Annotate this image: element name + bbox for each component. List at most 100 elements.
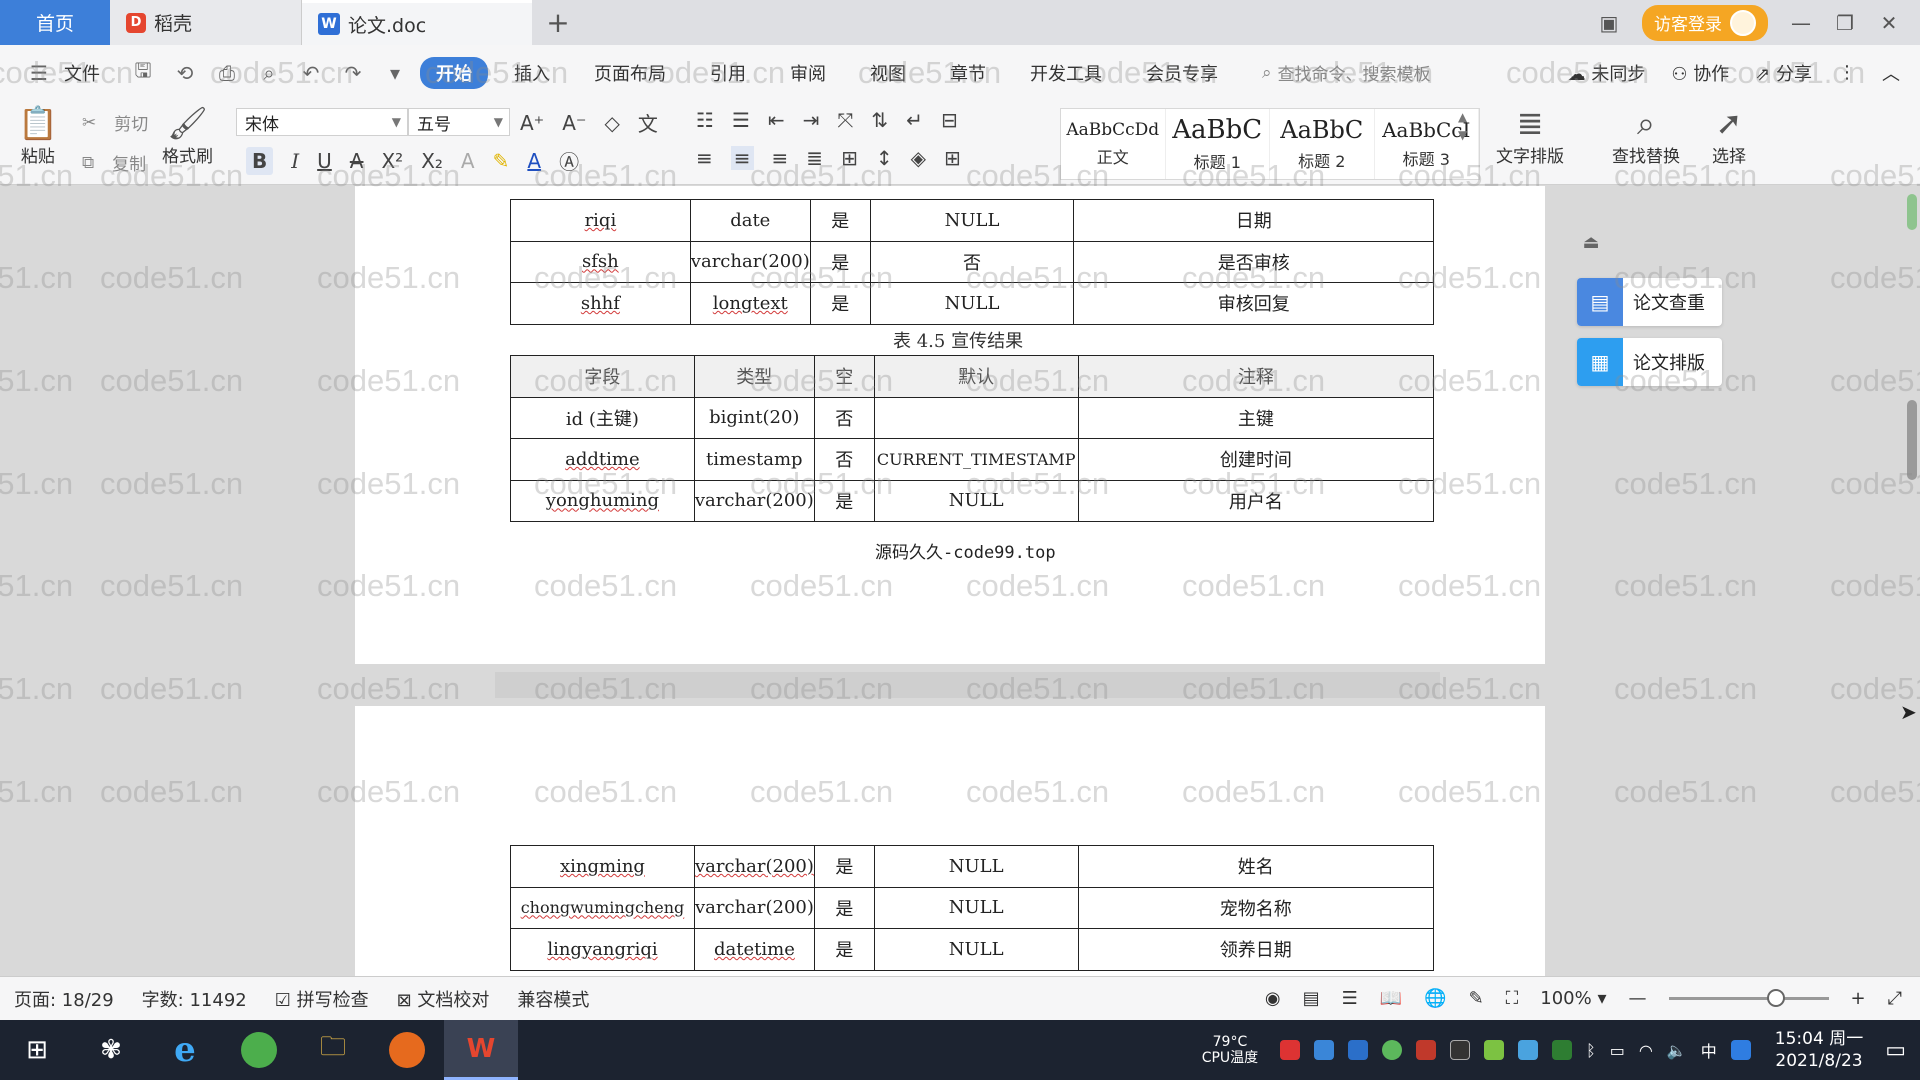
outline-view-icon[interactable]: ☰ [1342,988,1358,1009]
close-icon[interactable]: ✕ [1878,11,1900,35]
tab-home[interactable]: 首页 [0,0,110,45]
clear-format-icon[interactable]: ◇ [605,111,620,135]
collaborate-button[interactable]: ⚇ 协作 [1671,60,1729,86]
table-2[interactable]: 字段 类型 空 默认 注释 id (主键) bigint(20) 否 主键 ad… [510,355,1435,522]
web-view-icon[interactable]: 🌐 [1424,988,1446,1009]
zoom-slider-knob[interactable] [1766,989,1785,1007]
phonetic-guide-icon[interactable]: 文 [638,108,658,137]
bullet-list-icon[interactable]: ☷ [696,108,714,132]
menu-file[interactable]: 文件 [64,60,118,86]
table-cell[interactable]: timestamp [693,438,815,481]
table-cell[interactable]: longtext [689,282,811,325]
format-painter-button[interactable]: 🖌 格式刷 [162,104,213,167]
styles-scroll-up-icon[interactable]: ▲ [1458,110,1467,124]
table-1[interactable]: riqi date 是 NULL 日期 sfsh varchar(200) 是 … [510,199,1434,325]
table-cell[interactable]: 是 [809,282,871,325]
table-cell[interactable]: 用户名 [1077,479,1435,522]
table-cell[interactable]: 是 [809,240,871,283]
zoom-slider[interactable] [1668,989,1829,1007]
underline-icon[interactable]: U [317,149,332,173]
redo-icon[interactable]: ↷ [336,61,370,85]
highlight-icon[interactable]: ✎ [493,149,510,173]
table-cell[interactable]: datetime [693,928,815,971]
paste-button[interactable]: 📋 粘贴 [18,104,58,167]
table-cell[interactable]: varchar(200) [689,240,811,283]
char-border-icon[interactable]: Ⓐ [559,146,579,175]
print-preview-icon[interactable]: ⌕ [252,61,286,85]
chinese-layout-icon[interactable]: ⤧ [837,108,853,132]
table-cell[interactable]: 是 [813,928,875,971]
doc-proof-button[interactable]: ⊠ 文档校对 [397,986,490,1012]
table-cell[interactable]: 是 [813,845,875,888]
table-cell[interactable]: sfsh [510,240,691,283]
taskbar-app-game[interactable] [370,1020,444,1080]
table-cell[interactable]: CURRENT_TIMESTAMP [873,438,1079,481]
volume-icon[interactable]: 🔈 [1667,1041,1687,1060]
table-cell[interactable]: 日期 [1073,199,1434,242]
table-cell[interactable]: riqi [510,199,691,242]
font-size-select[interactable]: 五号 ▼ [408,108,510,136]
tab-document[interactable]: W 论文.doc [302,0,532,45]
eye-protection-icon[interactable]: ◉ [1265,988,1281,1009]
word-count[interactable]: 字数: 11492 [142,986,247,1012]
table-header-cell[interactable]: 空 [813,355,875,398]
restore-icon[interactable]: ❐ [1834,11,1856,35]
bluetooth-icon[interactable]: ᛒ [1586,1041,1596,1060]
nvidia-icon[interactable] [1552,1040,1573,1060]
taskbar-app-explorer[interactable]: 🗀 [296,1020,370,1080]
table-cell[interactable]: 审核回复 [1073,282,1434,325]
shield-icon[interactable] [1348,1040,1369,1060]
start-button[interactable]: ⊞ [0,1020,74,1080]
taskbar-app-wps[interactable]: W [444,1020,518,1080]
battery-icon[interactable]: ▭ [1610,1041,1625,1060]
table-cell[interactable]: varchar(200) [693,479,815,522]
wifi-icon[interactable]: ◠ [1639,1041,1653,1060]
cpu-temperature[interactable]: 79°C CPU温度 [1202,1034,1258,1066]
page-indicator[interactable]: 页面: 18/29 [14,986,114,1012]
decrease-indent-icon[interactable]: ⇤ [768,108,785,132]
subscript-icon[interactable]: X₂ [421,149,443,173]
cut-button[interactable]: ✂ 剪切 [82,110,148,136]
text-layout-button[interactable]: ≣ 文字排版 [1496,104,1564,167]
style-heading-2[interactable]: AaBbC 标题 2 [1270,109,1375,179]
paper-layout-button[interactable]: ▦ 论文排版 [1577,338,1722,386]
paper-check-button[interactable]: ▤ 论文查重 [1577,278,1722,326]
ruler-icon[interactable]: ⊟ [941,108,958,132]
tray-app-icon[interactable] [1314,1040,1335,1060]
tray-app-icon[interactable] [1484,1040,1505,1060]
line-spacing-icon[interactable]: ↕ [876,146,893,170]
taskbar-app-ie[interactable]: e [148,1020,222,1080]
table-cell[interactable]: chongwumingcheng [510,886,695,929]
write-mode-icon[interactable]: ✎ [1469,988,1484,1009]
font-color-icon[interactable]: A [527,149,541,173]
zoom-level[interactable]: 100% ▾ [1540,988,1606,1009]
table-cell[interactable]: date [689,199,811,242]
taskbar-app-pinwheel[interactable]: ✾ [74,1020,148,1080]
command-search[interactable]: ⌕ 查找命令、搜索模板 [1262,60,1431,86]
table-cell[interactable]: NULL [873,928,1079,971]
grow-font-icon[interactable]: A⁺ [520,111,544,135]
table-cell[interactable]: 是否审核 [1073,240,1434,283]
table-cell[interactable]: id (主键) [510,396,695,439]
justify-icon[interactable]: ≣ [806,146,823,170]
more-options-icon[interactable]: ⋮ [1838,62,1856,83]
page-view-icon[interactable]: ▤ [1303,988,1320,1009]
zoom-out-icon[interactable]: — [1629,988,1647,1009]
menu-insert[interactable]: 插入 [496,60,568,86]
table-cell[interactable]: addtime [510,438,695,481]
sync-button[interactable]: ☁ 未同步 [1568,60,1646,86]
taskbar-app-browser[interactable] [222,1020,296,1080]
table-cell[interactable]: NULL [873,479,1079,522]
collapse-ribbon-icon[interactable]: ︿ [1882,60,1900,86]
quick-access-dropdown-icon[interactable]: ▾ [378,61,412,85]
table-header-cell[interactable]: 注释 [1077,355,1435,398]
tray-app-icon[interactable] [1382,1040,1403,1060]
panel-collapse-icon[interactable]: ⏏ [1575,232,1607,260]
tray-app-icon[interactable] [1280,1040,1301,1060]
layout-toggle-icon[interactable]: ▣ [1598,11,1620,35]
print-icon[interactable]: ⎙ [210,61,244,85]
shrink-font-icon[interactable]: A⁻ [562,111,586,135]
menu-developer[interactable]: 开发工具 [1012,60,1120,86]
ime-app-icon[interactable] [1730,1040,1751,1060]
table-cell[interactable]: 主键 [1077,396,1435,439]
